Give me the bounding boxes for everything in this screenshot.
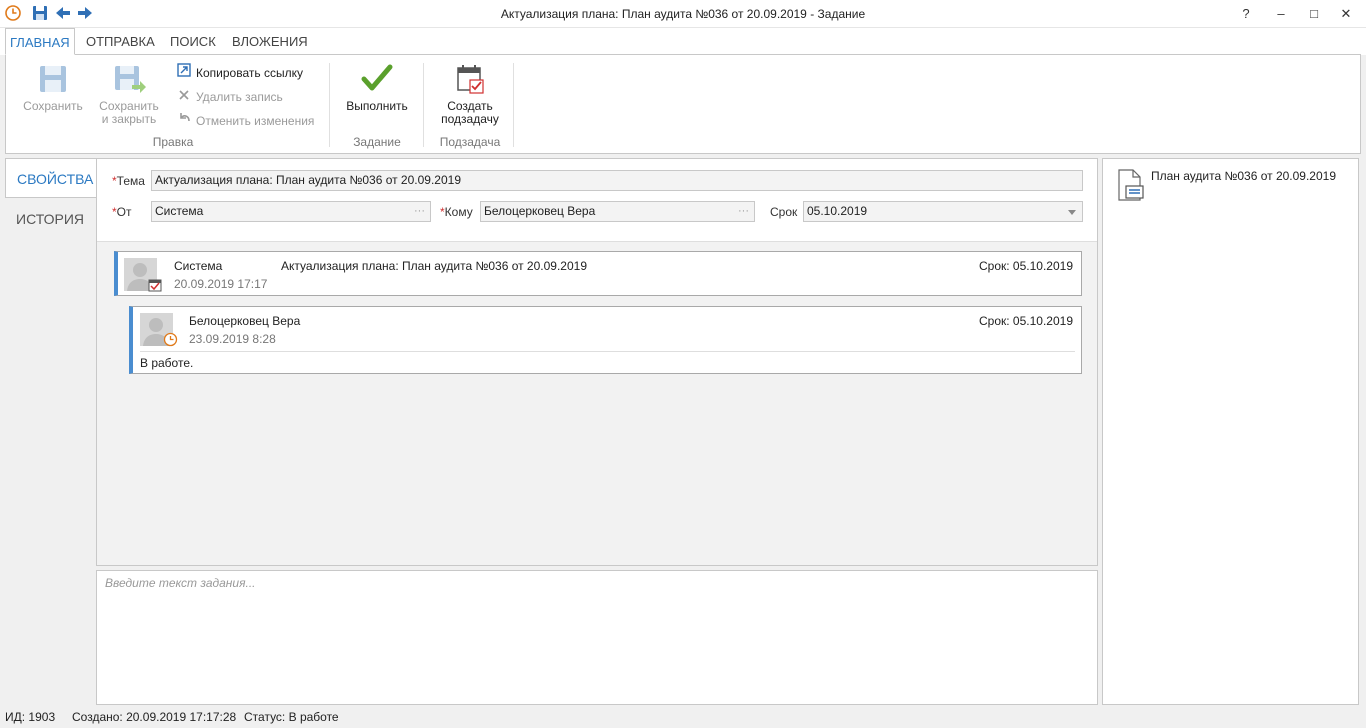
minimize-button[interactable]: – (1267, 4, 1295, 24)
tab-attachments[interactable]: ВЛОЖЕНИЯ (228, 28, 312, 55)
ribbon-tabs: ГЛАВНАЯ ОТПРАВКА ПОИСК ВЛОЖЕНИЯ (0, 28, 1366, 55)
group-subtask-label: Подзадача (439, 135, 501, 149)
group-edit-label: Правка (152, 135, 194, 149)
to-field[interactable]: Белоцерковец Вера ··· (480, 201, 755, 222)
attachment-name[interactable]: План аудита №036 от 20.09.2019 (1151, 169, 1336, 183)
undo-changes-button[interactable]: Отменить изменения (176, 111, 314, 131)
ribbon-separator (329, 63, 330, 147)
ribbon: Сохранить Сохранить и закрыть Копировать… (5, 54, 1361, 154)
history-due: Срок: 05.10.2019 (979, 314, 1073, 328)
save-close-icon (115, 66, 146, 93)
tab-search[interactable]: ПОИСК (166, 28, 220, 55)
close-button[interactable]: ✕ (1332, 4, 1360, 24)
record-id: ИД: 1903 (5, 710, 56, 724)
save-close-button[interactable]: Сохранить и закрыть (94, 63, 164, 126)
tab-properties[interactable]: СВОЙСТВА (5, 158, 97, 198)
history-card: Система 20.09.2019 17:17 Актуализация пл… (114, 251, 1082, 296)
tab-history[interactable]: ИСТОРИЯ (5, 199, 97, 239)
task-form: *Тема Актуализация плана: План аудита №0… (97, 159, 1097, 242)
create-subtask-button[interactable]: Создать подзадачу (431, 63, 509, 126)
subject-label-text: Тема (116, 174, 145, 188)
divider (140, 351, 1075, 352)
create-subtask-label-2: подзадачу (441, 112, 499, 126)
checkmark-icon (361, 64, 393, 91)
task-text-placeholder: Введите текст задания... (105, 576, 256, 590)
to-value: Белоцерковец Вера (484, 204, 596, 218)
document-icon[interactable] (1115, 169, 1145, 204)
history-card: Белоцерковец Вера 23.09.2019 8:28 Срок: … (129, 306, 1082, 374)
status-text: Статус: В работе (244, 710, 339, 724)
save-label: Сохранить (23, 99, 83, 113)
delete-record-button[interactable]: Удалить запись (176, 87, 283, 107)
execute-button[interactable]: Выполнить (338, 63, 416, 113)
task-text-input[interactable]: Введите текст задания... (96, 570, 1098, 705)
side-tabs: СВОЙСТВА ИСТОРИЯ (5, 158, 97, 705)
copy-link-label: Копировать ссылку (196, 66, 303, 80)
due-label: Срок (770, 205, 798, 219)
due-date-value: 05.10.2019 (807, 204, 868, 218)
chevron-down-icon[interactable] (1068, 210, 1076, 215)
group-task-label: Задание (353, 135, 401, 149)
timestamp: 23.09.2019 8:28 (189, 332, 276, 346)
timestamp: 20.09.2019 17:17 (174, 277, 268, 291)
history-due: Срок: 05.10.2019 (979, 259, 1073, 273)
from-browse-button[interactable]: ··· (414, 202, 425, 221)
clock-icon (163, 332, 178, 350)
help-button[interactable]: ? (1232, 4, 1260, 24)
from-value: Система (155, 204, 204, 218)
from-label: *От (112, 205, 132, 219)
task-check-icon (148, 278, 162, 295)
to-label-text: Кому (444, 205, 473, 219)
from-label-text: От (116, 205, 132, 219)
delete-record-label: Удалить запись (196, 90, 283, 104)
title-bar: Актуализация плана: План аудита №036 от … (0, 0, 1366, 28)
author-name: Белоцерковец Вера (189, 314, 301, 328)
to-label: *Кому (440, 205, 473, 219)
to-browse-button[interactable]: ··· (738, 202, 749, 221)
created-date: Создано: 20.09.2019 17:17:28 (72, 710, 237, 724)
link-icon (176, 63, 192, 83)
main-panel: *Тема Актуализация плана: План аудита №0… (96, 158, 1098, 566)
author-name: Система (174, 259, 223, 273)
status-bar: ИД: 1903 Создано: 20.09.2019 17:17:28 Ст… (0, 707, 1366, 728)
due-date-field[interactable]: 05.10.2019 (803, 201, 1083, 222)
execute-label: Выполнить (346, 99, 408, 113)
calendar-check-icon (457, 65, 484, 94)
attachments-panel: План аудита №036 от 20.09.2019 (1102, 158, 1359, 705)
maximize-button[interactable]: □ (1300, 4, 1328, 24)
save-close-label-2: и закрыть (101, 112, 157, 126)
ribbon-separator (423, 63, 424, 147)
save-button[interactable]: Сохранить (18, 63, 88, 113)
undo-changes-label: Отменить изменения (196, 114, 315, 128)
tab-main[interactable]: ГЛАВНАЯ (5, 28, 75, 55)
copy-link-button[interactable]: Копировать ссылку (176, 63, 303, 83)
history-comment: В работе. (140, 356, 194, 370)
tab-send[interactable]: ОТПРАВКА (82, 28, 159, 55)
window-title: Актуализация плана: План аудита №036 от … (500, 7, 866, 21)
history-subject: Актуализация плана: План аудита №036 от … (281, 259, 587, 273)
from-field[interactable]: Система ··· (151, 201, 431, 222)
subject-label: *Тема (112, 174, 145, 188)
delete-icon (176, 87, 192, 107)
save-large-icon (40, 66, 66, 92)
ribbon-separator (513, 63, 514, 147)
undo-icon (176, 111, 192, 131)
subject-field[interactable]: Актуализация плана: План аудита №036 от … (151, 170, 1083, 191)
